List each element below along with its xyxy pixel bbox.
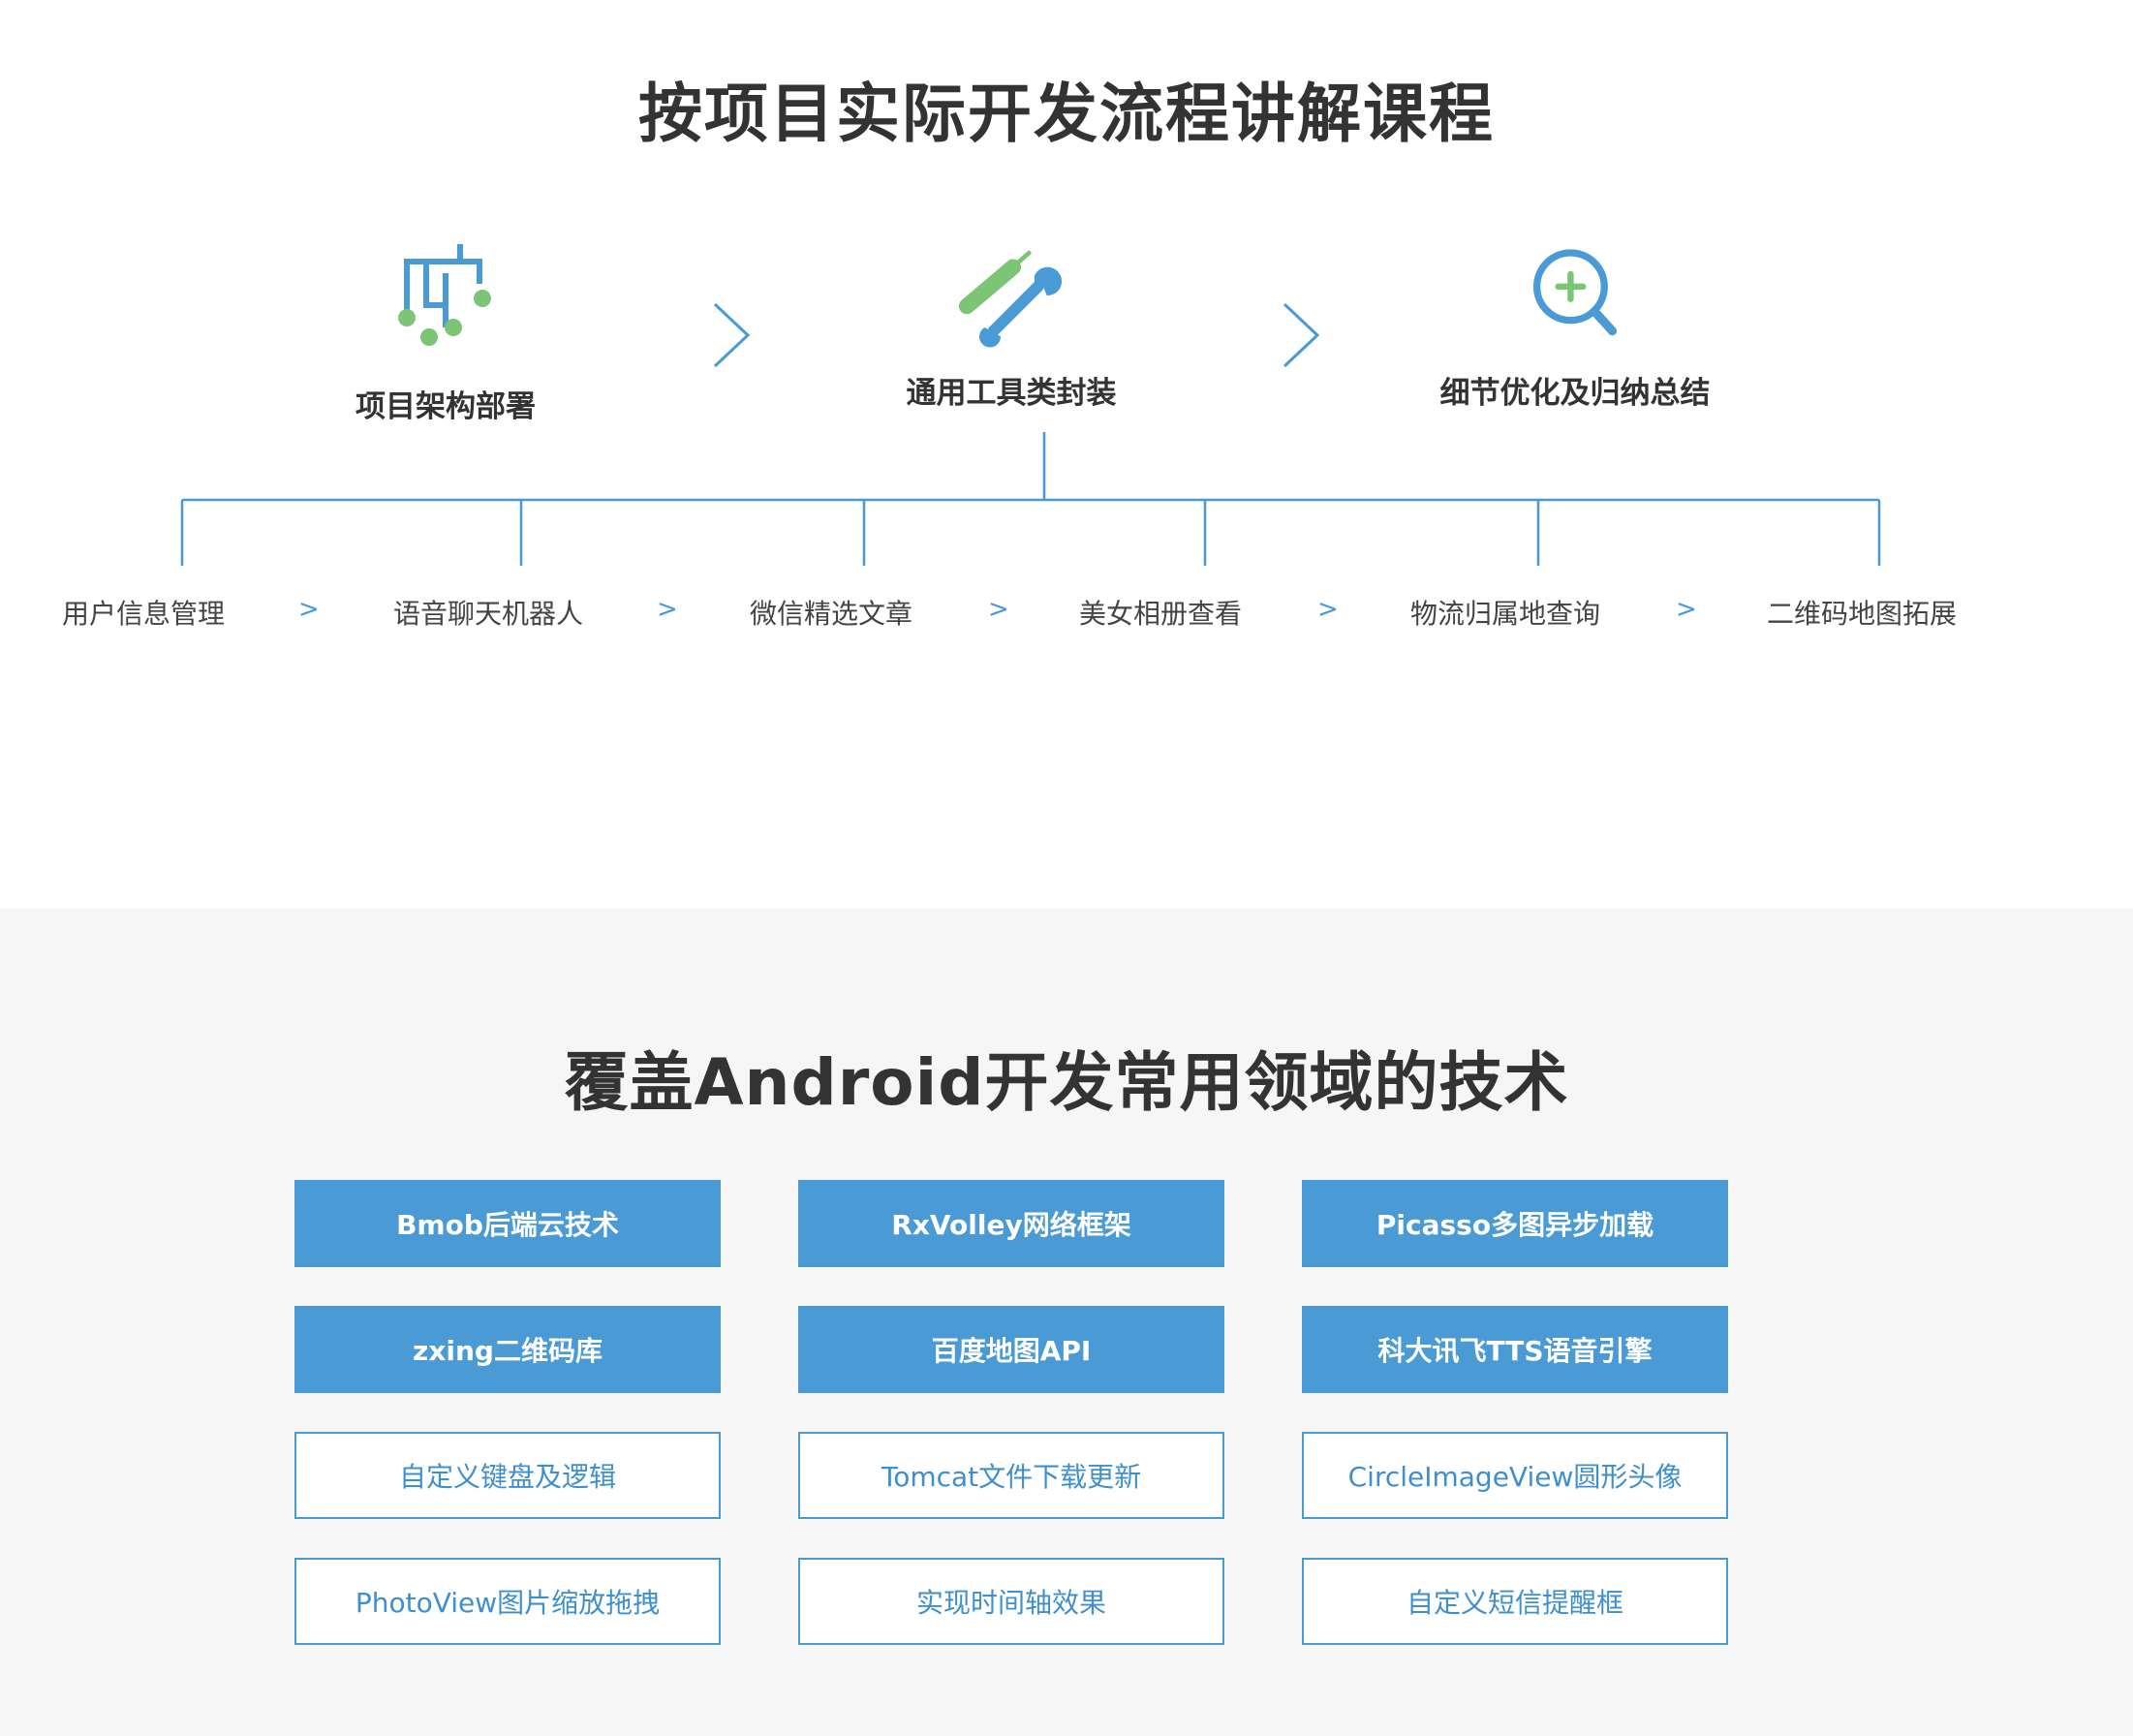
tech-bmob[interactable]: Bmob后端云技术 <box>294 1180 721 1267</box>
tech-zxing[interactable]: zxing二维码库 <box>294 1306 721 1393</box>
tech-baidu-map[interactable]: 百度地图API <box>798 1306 1224 1393</box>
course-flow-title: 按项目实际开发流程讲解课程 <box>638 77 1495 151</box>
tech-sms-dialog[interactable]: 自定义短信提醒框 <box>1302 1558 1728 1645</box>
step-photo-album: 美女相册查看 <box>1079 598 1243 630</box>
phase-optimization: 细节优化及归纳总结 <box>1391 242 1759 412</box>
phase-architecture: 项目架构部署 <box>262 242 630 425</box>
tech-picasso[interactable]: Picasso多图异步加载 <box>1302 1180 1728 1267</box>
chevron-right-icon <box>1283 302 1320 368</box>
chevron-right-icon <box>713 302 751 368</box>
tech-tomcat-update[interactable]: Tomcat文件下载更新 <box>798 1432 1224 1519</box>
step-user-info: 用户信息管理 <box>62 598 226 630</box>
tech-coverage-title: 覆盖Android开发常用领域的技术 <box>564 1045 1569 1120</box>
step-separator: > <box>1676 595 1697 624</box>
step-separator: > <box>657 595 678 624</box>
tech-photoview[interactable]: PhotoView图片缩放拖拽 <box>294 1558 721 1645</box>
step-wechat-articles: 微信精选文章 <box>750 598 913 630</box>
phase-label: 项目架构部署 <box>356 389 536 424</box>
phase-tools: 通用工具类封装 <box>827 242 1195 412</box>
tech-custom-keyboard[interactable]: 自定义键盘及逻辑 <box>294 1432 721 1519</box>
phase-label: 细节优化及归纳总结 <box>1439 376 1711 411</box>
step-separator: > <box>988 595 1009 624</box>
step-logistics-query: 物流归属地查询 <box>1410 598 1601 630</box>
tech-circle-imageview[interactable]: CircleImageView圆形头像 <box>1302 1432 1728 1519</box>
step-separator: > <box>298 595 320 624</box>
tech-timeline[interactable]: 实现时间轴效果 <box>798 1558 1224 1645</box>
course-flow-section: 按项目实际开发流程讲解课程 项目架构部署 通用工具类封装 细节优化及归纳总结 用… <box>0 0 2133 909</box>
hierarchy-icon <box>398 244 491 346</box>
tools-icon <box>958 250 1063 348</box>
phase-label: 通用工具类封装 <box>906 376 1117 411</box>
zoom-in-icon <box>1532 249 1618 336</box>
step-qrcode-map: 二维码地图拓展 <box>1767 598 1958 630</box>
step-separator: > <box>1317 595 1339 624</box>
step-voice-robot: 语音聊天机器人 <box>393 598 584 630</box>
tech-iflytek-tts[interactable]: 科大讯飞TTS语音引擎 <box>1302 1306 1728 1393</box>
tech-rxvolley[interactable]: RxVolley网络框架 <box>798 1180 1224 1267</box>
